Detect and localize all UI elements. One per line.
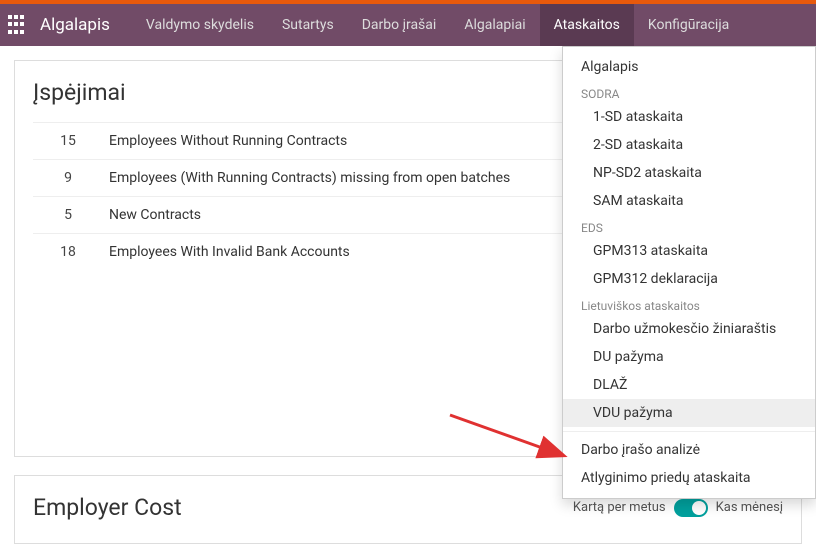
dropdown-header-eds: EDS [563,215,815,237]
nav-valdymo-skydelis[interactable]: Valdymo skydelis [132,4,268,46]
dropdown-header-lietuviskos: Lietuviškos ataskaitos [563,293,815,315]
warning-count: 18 [33,234,103,271]
dropdown-item-darbo-iraso-analize[interactable]: Darbo įrašo analizė [563,436,815,464]
dropdown-item-du-pazyma[interactable]: DU pažyma [563,343,815,371]
dropdown-item-atlyginimo-priedu[interactable]: Atlyginimo priedų ataskaita [563,464,815,492]
nav-darbo-irasai[interactable]: Darbo įrašai [348,4,451,46]
nav-algalapiai[interactable]: Algalapiai [450,4,539,46]
toggle-label-yearly: Kartą per metus [573,500,666,515]
dropdown-item-du-ziniarastis[interactable]: Darbo užmokesčio žiniaraštis [563,315,815,343]
nav-sutartys[interactable]: Sutartys [268,4,348,46]
warning-count: 5 [33,197,103,234]
dropdown-item-gpm313[interactable]: GPM313 ataskaita [563,237,815,265]
dropdown-item-dlaz[interactable]: DLAŽ [563,371,815,399]
dropdown-item-vdu-pazyma[interactable]: VDU pažyma [563,399,815,427]
nav-konfiguracija[interactable]: Konfigūracija [634,4,743,46]
nav-ataskaitos[interactable]: Ataskaitos [540,4,634,46]
warning-count: 9 [33,160,103,197]
dropdown-item-2sd[interactable]: 2-SD ataskaita [563,131,815,159]
apps-icon[interactable] [8,15,28,35]
top-nav: Algalapis Valdymo skydelis Sutartys Darb… [0,4,816,46]
dropdown-item-1sd[interactable]: 1-SD ataskaita [563,103,815,131]
dropdown-item-sam[interactable]: SAM ataskaita [563,187,815,215]
brand-title[interactable]: Algalapis [40,15,110,35]
period-toggle-area: Kartą per metus Kas mėnesį [573,499,783,517]
dropdown-divider [563,431,815,432]
toggle-label-monthly: Kas mėnesį [716,500,783,515]
period-toggle[interactable] [674,499,708,517]
employer-cost-title: Employer Cost [33,494,182,521]
dropdown-header-sodra: SODRA [563,81,815,103]
warning-count: 15 [33,123,103,160]
ataskaitos-dropdown: Algalapis SODRA 1-SD ataskaita 2-SD atas… [562,46,816,499]
dropdown-item-gpm312[interactable]: GPM312 deklaracija [563,265,815,293]
dropdown-item-algalapis[interactable]: Algalapis [563,53,815,81]
dropdown-item-npsd2[interactable]: NP-SD2 ataskaita [563,159,815,187]
